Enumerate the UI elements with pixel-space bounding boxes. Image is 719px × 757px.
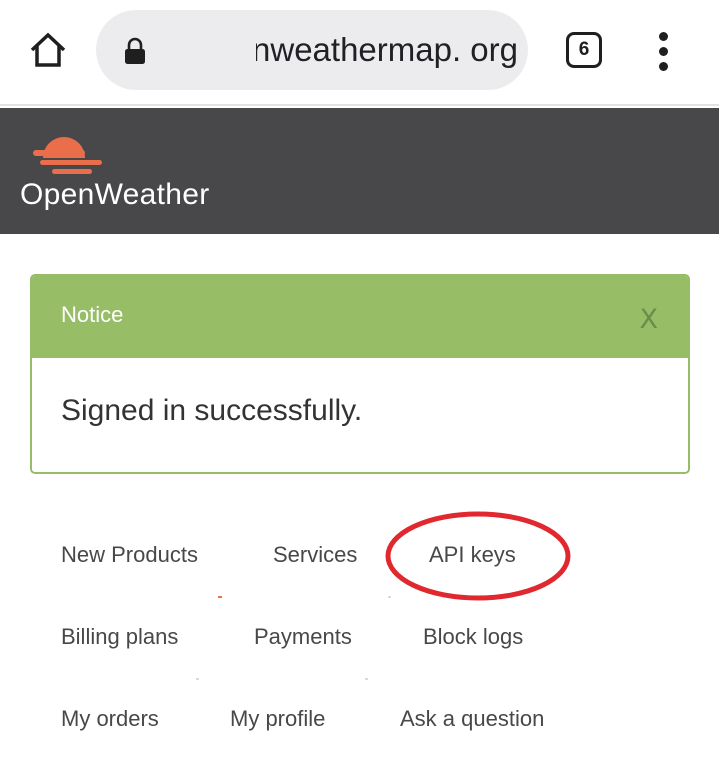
tab-count: 6	[578, 39, 590, 60]
nav-payments[interactable]: Payments	[254, 624, 352, 650]
separator-mark	[218, 596, 222, 598]
sun-logo-icon	[33, 137, 102, 174]
nav-services[interactable]: Services	[273, 542, 357, 568]
browser-toolbar: openweathermap. org 6	[0, 0, 719, 106]
home-icon	[30, 32, 66, 67]
separator-mark	[196, 678, 199, 680]
more-vert-icon[interactable]	[650, 30, 678, 72]
notice-title: Notice	[61, 302, 124, 327]
separator-mark	[388, 596, 391, 598]
tab-switcher-button[interactable]: 6	[566, 32, 602, 68]
close-button[interactable]: X	[640, 304, 659, 335]
nav-ask-question[interactable]: Ask a question	[400, 706, 544, 732]
nav-billing-plans[interactable]: Billing plans	[61, 624, 178, 650]
nav-my-profile[interactable]: My profile	[230, 706, 325, 732]
nav-new-products[interactable]: New Products	[61, 542, 198, 568]
site-header: OpenWeather	[0, 108, 719, 234]
lock-icon	[125, 37, 145, 64]
nav-api-keys[interactable]: API keys	[429, 542, 516, 568]
notice-alert: Notice X Signed in successfully.	[30, 274, 690, 474]
separator-mark	[365, 678, 368, 680]
openweather-logo[interactable]: OpenWeather	[20, 128, 220, 218]
home-button[interactable]	[26, 30, 70, 70]
nav-my-orders[interactable]: My orders	[61, 706, 159, 732]
notice-message: Signed in successfully.	[61, 394, 363, 427]
brand-name: OpenWeather	[20, 178, 210, 211]
url-text: openweathermap. org	[256, 31, 518, 68]
nav-block-logs[interactable]: Block logs	[423, 624, 523, 650]
address-bar[interactable]: openweathermap. org	[96, 10, 528, 90]
notice-header: Notice X	[32, 276, 688, 358]
